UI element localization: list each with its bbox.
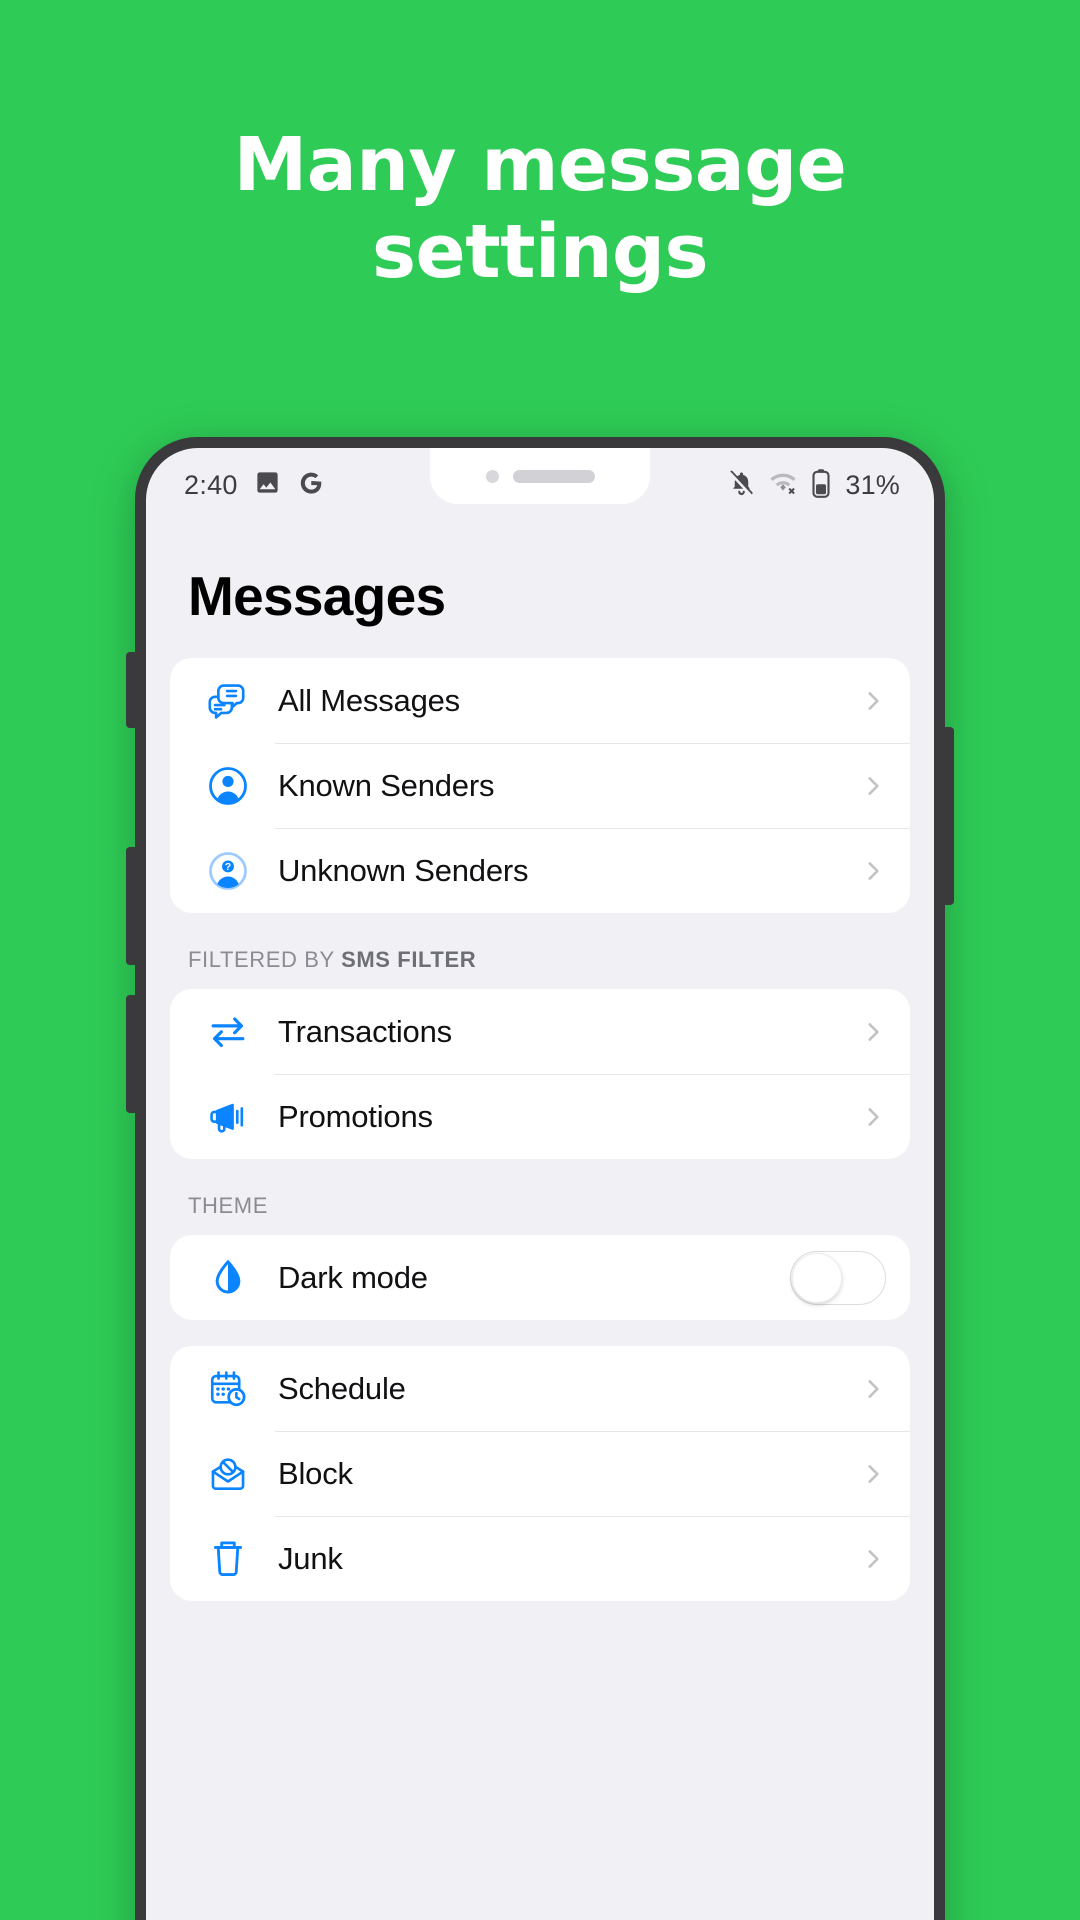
phone-button-volume-up[interactable] xyxy=(126,847,136,965)
list-item-label: Block xyxy=(278,1455,353,1491)
phone-button-silent[interactable] xyxy=(126,652,136,728)
phone-button-power[interactable] xyxy=(944,727,954,905)
chevron-right-icon xyxy=(860,858,886,884)
status-bar-right: 31% xyxy=(728,468,900,503)
front-camera-icon xyxy=(485,469,499,483)
card-inbox: All Messages Known Senders ? Unknown Sen… xyxy=(170,658,910,913)
status-bar: 2:40 31% xyxy=(146,448,934,522)
list-item-label: Unknown Senders xyxy=(278,852,529,888)
megaphone-icon xyxy=(200,1096,256,1138)
card-tools: Schedule Block Junk xyxy=(170,1346,910,1601)
promo-headline-line2: settings xyxy=(371,208,709,295)
list-item-junk[interactable]: Junk xyxy=(170,1516,910,1601)
chevron-right-icon xyxy=(860,1461,886,1487)
section-label-emphasis: SMS Filter xyxy=(341,947,477,972)
chevron-right-icon xyxy=(860,1546,886,1572)
card-filtered: Transactions Promotions xyxy=(170,989,910,1159)
list-item-transactions[interactable]: Transactions xyxy=(170,989,910,1074)
list-item-label: Schedule xyxy=(278,1370,406,1406)
earpiece-speaker xyxy=(512,469,595,483)
page-title: Messages xyxy=(188,565,446,627)
chevron-right-icon xyxy=(860,688,886,714)
envelope-block-icon xyxy=(200,1453,256,1495)
promo-headline: Many message settings xyxy=(0,122,1080,295)
phone-button-volume-down[interactable] xyxy=(126,995,136,1113)
list-item-unknown-senders[interactable]: ? Unknown Senders xyxy=(170,828,910,913)
dark-mode-toggle[interactable] xyxy=(790,1250,886,1305)
status-bar-clock: 2:40 xyxy=(184,469,238,500)
card-theme: Dark mode xyxy=(170,1235,910,1320)
list-item-label: Dark mode xyxy=(278,1259,428,1295)
toggle-knob xyxy=(792,1252,842,1303)
list-item-promotions[interactable]: Promotions xyxy=(170,1074,910,1159)
chevron-right-icon xyxy=(860,1104,886,1130)
list-item-schedule[interactable]: Schedule xyxy=(170,1346,910,1431)
chat-bubbles-icon xyxy=(200,680,256,722)
list-item-known-senders[interactable]: Known Senders xyxy=(170,743,910,828)
messages-settings-screen: Messages All Messages Known Senders ? Un… xyxy=(146,522,934,1601)
phone-notch xyxy=(430,448,650,504)
battery-percentage: 31% xyxy=(845,469,900,500)
chevron-right-icon xyxy=(860,1376,886,1402)
phone-screen: 2:40 31% Messages All Messages Known Sen… xyxy=(146,448,934,1920)
list-item-label: Known Senders xyxy=(278,767,495,803)
section-label-filtered: Filtered by SMS Filter xyxy=(170,913,910,989)
svg-text:?: ? xyxy=(225,860,231,872)
list-item-block[interactable]: Block xyxy=(170,1431,910,1516)
droplet-half-icon xyxy=(200,1257,256,1299)
chevron-right-icon xyxy=(860,773,886,799)
person-circle-icon xyxy=(200,765,256,807)
list-item-label: Transactions xyxy=(278,1013,452,1049)
list-item-all-messages[interactable]: All Messages xyxy=(170,658,910,743)
status-bar-left: 2:40 xyxy=(184,469,325,502)
list-item-label: Junk xyxy=(278,1540,343,1576)
phone-frame: 2:40 31% Messages All Messages Known Sen… xyxy=(126,437,954,1920)
promo-headline-line1: Many message xyxy=(233,122,847,208)
transfer-arrows-icon xyxy=(200,1011,256,1053)
section-label-prefix: Filtered by xyxy=(188,947,342,972)
person-question-icon: ? xyxy=(200,850,256,892)
chevron-right-icon xyxy=(860,1019,886,1045)
list-item-dark-mode[interactable]: Dark mode xyxy=(170,1235,910,1320)
battery-icon xyxy=(811,468,831,503)
notifications-off-icon xyxy=(728,469,755,501)
list-item-label: All Messages xyxy=(278,682,460,718)
wifi-off-icon xyxy=(769,469,797,502)
list-item-label: Promotions xyxy=(278,1098,433,1134)
image-icon xyxy=(254,469,281,501)
calendar-clock-icon xyxy=(200,1368,256,1410)
google-icon xyxy=(297,469,325,502)
phone-mockup: 2:40 31% Messages All Messages Known Sen… xyxy=(126,437,954,1920)
trash-icon xyxy=(200,1538,256,1580)
section-label-theme: Theme xyxy=(188,1193,268,1218)
